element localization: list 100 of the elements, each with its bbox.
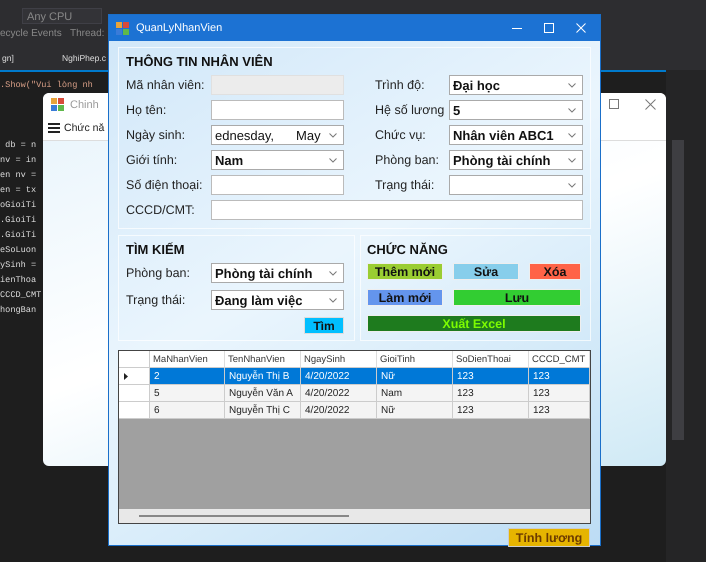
row-header[interactable] [119,368,150,385]
column-header[interactable]: GioiTinh [377,351,453,368]
field-label: Số điện thoại: [126,178,204,192]
app-icon [51,98,64,111]
column-header[interactable]: CCCD_CMT [529,351,590,368]
field-label: Hệ số lương [375,103,446,117]
field-label: Chức vụ: [375,128,427,142]
field-label: Trình độ: [375,78,426,92]
code-line: eSoLuon [0,245,38,255]
salary-button[interactable]: Tính lương [508,528,590,547]
text-field[interactable] [211,200,583,220]
group-title: TÌM KIẾM [126,242,186,257]
close-icon[interactable] [645,99,656,110]
table-cell: 123 [529,385,590,402]
code-line: .Show("Vui lòng nh [0,80,93,90]
code-line: CCCD_CMT [0,290,42,300]
table-cell: 6 [150,402,225,419]
table-cell: 123 [453,385,529,402]
table-cell: Nguyễn Văn A [225,385,301,402]
dropdown[interactable]: Đang làm việc [211,290,344,310]
table-cell: 123 [453,368,529,385]
scrollbar[interactable] [672,140,684,440]
table-cell: 4/20/2022 [301,385,377,402]
maximize-icon[interactable] [609,99,619,109]
action-button[interactable]: Sửa [453,263,519,280]
table-cell: 4/20/2022 [301,402,377,419]
column-header[interactable]: SoDienThoai [453,351,529,368]
table-cell: Nguyễn Thị C [225,402,301,419]
text-field[interactable] [211,175,344,195]
configuration-dropdown[interactable]: Any CPU [22,8,102,24]
date-part: ednesday, [215,128,274,142]
field-label: Ngày sinh: [126,128,186,142]
table-cell: 5 [150,385,225,402]
table-cell: 123 [529,368,590,385]
code-line: en = tx [0,185,38,195]
column-header[interactable]: TenNhanVien [225,351,301,368]
table-cell: 4/20/2022 [301,368,377,385]
table-cell: 2 [150,368,225,385]
chevron-down-icon [329,270,337,276]
chevron-down-icon [329,158,337,162]
search-button[interactable]: Tìm [304,317,344,334]
table-cell: Nam [377,385,453,402]
code-line: db = n [4,140,38,150]
header-corner [119,351,150,368]
code-line: .GioiTi [0,215,38,225]
chevron-down-icon [568,108,576,112]
action-button[interactable]: Xuất Excel [367,315,581,332]
code-line: .GioiTi [0,230,38,240]
field-label: Phòng ban: [126,266,191,280]
table-cell: 123 [453,402,529,419]
editor-tab[interactable]: gn] [2,53,14,63]
dropdown[interactable]: Phòng tài chính [211,263,344,283]
group-title: THÔNG TIN NHÂN VIÊN [126,54,274,69]
action-button[interactable]: Làm mới [367,289,443,306]
column-header[interactable]: NgaySinh [301,351,377,368]
field-label: CCCD/CMT: [126,203,196,217]
field-label: Giới tính: [126,153,178,167]
dropdown[interactable]: 5 [449,100,583,120]
table-cell: Nguyễn Thị B [225,368,301,385]
field-label: Mã nhân viên: [126,78,206,92]
text-field[interactable] [211,100,344,120]
dropdown[interactable]: Nam [211,150,344,170]
app-icon [116,22,129,34]
field-label: Trạng thái: [126,293,186,307]
dropdown[interactable]: Đại học [449,75,583,95]
menu-icon[interactable] [48,123,60,133]
chevron-down-icon [568,158,576,162]
dropdown[interactable]: Phòng tài chính [449,150,583,170]
table-cell: Nữ [377,368,453,385]
code-line: hongBan [0,305,38,315]
table-cell: 123 [529,402,590,419]
column-header[interactable]: MaNhanVien [150,351,225,368]
chevron-down-icon [329,132,337,138]
toolbar-label: Thread: [70,28,104,39]
window-title: QuanLyNhanVien [136,22,224,34]
action-button[interactable]: Thêm mới [367,263,443,280]
dropdown[interactable] [449,175,583,195]
code-line: ySinh = [0,260,38,270]
editor-tab[interactable]: NghiPhep.c [62,53,106,63]
chevron-down-icon [568,82,576,88]
code-line: ienThoa [0,275,38,285]
menu-item[interactable]: Chức nă [64,122,104,134]
field-label: Phòng ban: [375,153,440,167]
chevron-down-icon [329,298,337,302]
row-pointer-icon [124,372,128,380]
field-label: Trạng thái: [375,178,436,192]
horizontal-scrollbar[interactable] [119,509,590,523]
field-label: Họ tên: [126,103,168,117]
chevron-down-icon [568,182,576,188]
chevron-down-icon [568,132,576,138]
date-part: May [296,128,321,142]
action-button[interactable]: Xóa [529,263,581,280]
code-line: oGioiTi [0,200,38,210]
window-title: Chinh [70,98,99,110]
action-button[interactable]: Lưu [453,289,581,306]
code-line: nv = in [0,155,38,165]
table-cell: Nữ [377,402,453,419]
dropdown[interactable]: Nhân viên ABC1 [449,125,583,145]
toolbar-label: ecycle Events [0,28,62,39]
date-picker[interactable]: ednesday, May [211,125,344,145]
